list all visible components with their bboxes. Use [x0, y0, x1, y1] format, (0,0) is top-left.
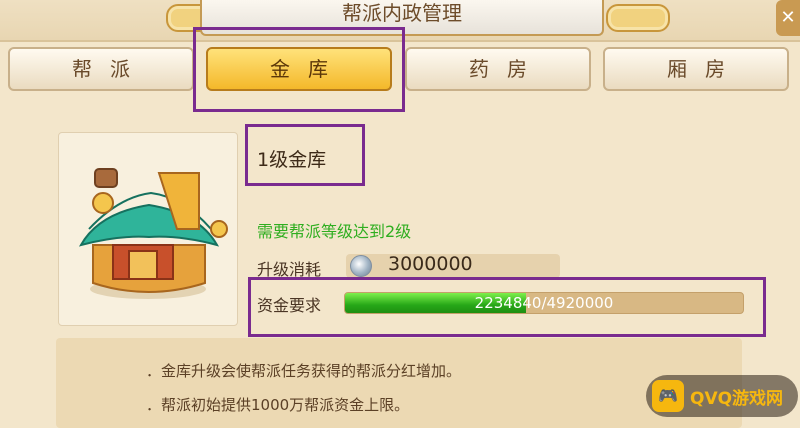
highlight-box-title [245, 124, 365, 186]
watermark-text: QVQ游戏网 [690, 389, 784, 409]
scroll-ornament-right [606, 4, 670, 32]
description-line: ．金库升级会使帮派任务获得的帮派分红增加。 [146, 362, 462, 380]
building-icon-box [58, 132, 238, 326]
treasury-building-icon [78, 168, 228, 299]
gamepad-icon: 🎮 [652, 380, 684, 412]
description-line: ．帮派初始提供1000万帮派资金上限。 [146, 396, 410, 414]
tab-label: 药房 [469, 57, 545, 81]
upgrade-cost-value: 3000000 [388, 253, 473, 275]
description-panel: ．金库升级会使帮派任务获得的帮派分红增加。 ．帮派初始提供1000万帮派资金上限… [56, 338, 742, 428]
tab-pharmacy[interactable]: 药房 [405, 47, 591, 91]
tab-wing-room[interactable]: 厢房 [603, 47, 789, 91]
highlight-box-tab [193, 27, 405, 112]
silver-coin-icon [350, 255, 372, 277]
close-icon: ✕ [780, 7, 796, 28]
tab-label: 帮派 [72, 57, 148, 81]
close-button[interactable]: ✕ [776, 0, 800, 36]
tab-label: 厢房 [667, 57, 743, 81]
window-title: 帮派内政管理 [342, 1, 462, 25]
highlight-box-fund [248, 277, 766, 337]
tab-gang[interactable]: 帮派 [8, 47, 194, 91]
level-requirement: 需要帮派等级达到2级 [257, 222, 412, 241]
